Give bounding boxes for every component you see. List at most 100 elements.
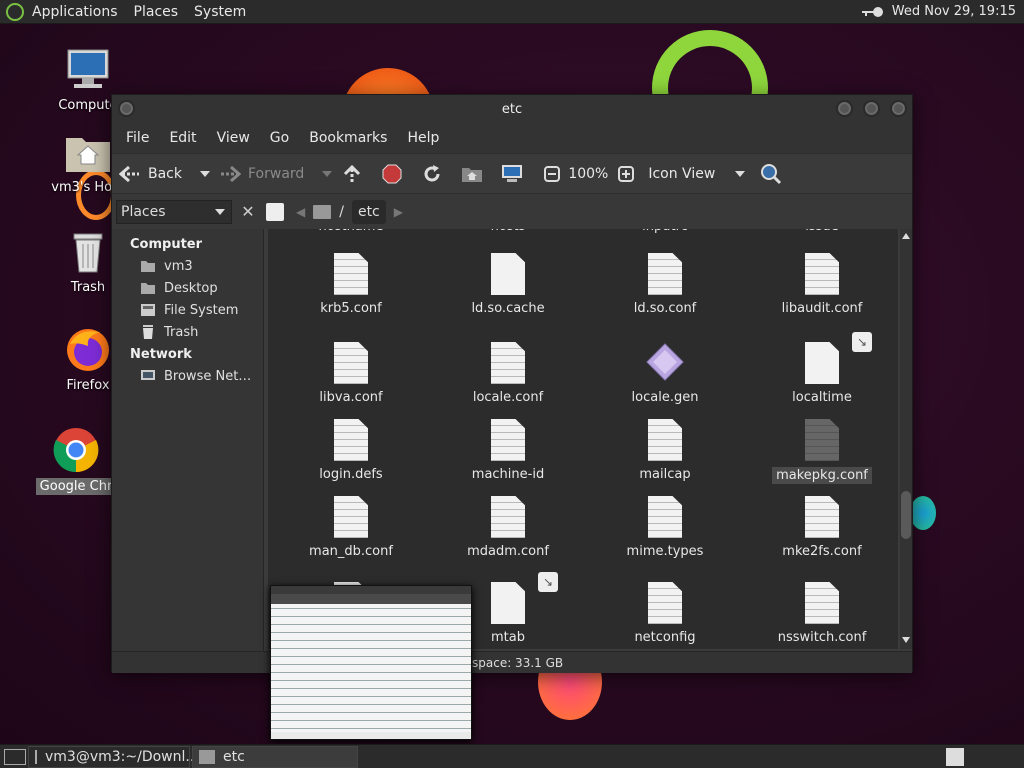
file-item[interactable]: makepkg.conf (747, 419, 897, 484)
file-name: locale.conf (472, 390, 544, 405)
file-item[interactable]: login.defs (276, 419, 426, 482)
forward-history-dropdown[interactable] (322, 170, 333, 177)
zoom-out-icon (540, 162, 564, 186)
back-button[interactable]: Back (118, 162, 182, 186)
file-name: libaudit.conf (781, 301, 863, 316)
menu-view[interactable]: View (207, 130, 260, 146)
maximize-button[interactable] (863, 100, 880, 117)
file-name: issue (805, 229, 838, 234)
path-right-arrow-icon[interactable]: ▶ (394, 205, 403, 219)
sidebar-item-browse-network[interactable]: Browse Net… (112, 365, 263, 387)
file-item[interactable]: hosts (433, 229, 583, 234)
menu-system[interactable]: System (186, 4, 254, 20)
home-folder-icon (64, 128, 112, 176)
window-titlebar[interactable]: etc (112, 95, 912, 123)
file-item[interactable]: mdadm.conf (433, 496, 583, 559)
places-sidebar: Computer vm3 Desktop File System Trash N… (112, 229, 264, 657)
file-item[interactable]: ↘ localtime (747, 332, 897, 405)
view-mode-select[interactable]: Icon View (648, 166, 715, 182)
vertical-scrollbar[interactable] (900, 229, 912, 649)
menu-places[interactable]: Places (126, 4, 187, 20)
zoom-out-button[interactable] (540, 162, 564, 186)
file-item[interactable]: krb5.conf (276, 253, 426, 316)
menu-applications[interactable]: Applications (24, 4, 126, 20)
file-name: krb5.conf (320, 301, 382, 316)
up-button[interactable] (340, 162, 370, 186)
desktop-icon-chrome[interactable]: Google Chr (36, 426, 116, 495)
file-item[interactable]: issue (747, 229, 897, 234)
scrollbar-thumb[interactable] (901, 491, 911, 539)
file-item[interactable]: locale.gen (590, 342, 740, 405)
file-item[interactable]: ld.so.cache (433, 253, 583, 316)
scroll-down-arrow-icon[interactable] (902, 637, 910, 643)
file-item[interactable]: mailcap (590, 419, 740, 482)
file-name: localtime (792, 390, 852, 405)
text-file-icon (648, 253, 682, 295)
minimize-button[interactable] (836, 100, 853, 117)
text-file-icon (491, 342, 525, 384)
file-item[interactable]: mime.types (590, 496, 740, 559)
file-item[interactable]: netconfig (590, 582, 740, 645)
text-file-icon (805, 582, 839, 624)
crumb-root[interactable]: / (339, 200, 344, 224)
view-mode-dropdown[interactable] (735, 170, 746, 177)
computer-button[interactable] (500, 162, 530, 186)
task-terminal[interactable]: vm3@vm3:~/Downl... (28, 745, 199, 768)
menu-help[interactable]: Help (397, 130, 449, 146)
home-button[interactable] (460, 162, 490, 186)
forward-button[interactable]: Forward (218, 162, 304, 186)
task-etc-folder[interactable]: etc (192, 745, 358, 768)
file-item[interactable]: libaudit.conf (747, 253, 897, 316)
file-item[interactable]: man_db.conf (276, 496, 426, 559)
scroll-up-arrow-icon[interactable] (902, 233, 910, 239)
sidebar-item-trash[interactable]: Trash (112, 321, 263, 343)
stop-button[interactable] (380, 162, 410, 186)
preview-text-lines (271, 604, 471, 732)
file-item[interactable]: ld.so.conf (590, 253, 740, 316)
reload-button[interactable] (420, 162, 450, 186)
menu-edit[interactable]: Edit (159, 130, 206, 146)
file-item[interactable]: hostname (276, 229, 426, 234)
network-key-icon[interactable] (861, 6, 884, 18)
clock[interactable]: Wed Nov 29, 19:15 (892, 4, 1024, 19)
symlink-badge-icon: ↘ (538, 572, 558, 592)
file-name: mime.types (626, 544, 704, 559)
toolbar: Back Forward 100% Icon View (112, 153, 912, 193)
file-name: login.defs (319, 467, 383, 482)
file-item[interactable]: nsswitch.conf (747, 582, 897, 645)
file-item[interactable]: mke2fs.conf (747, 496, 897, 559)
close-sidebar-icon[interactable]: ✕ (238, 202, 258, 222)
menu-file[interactable]: File (116, 130, 159, 146)
file-item[interactable]: inputrc (590, 229, 740, 234)
show-desktop-icon[interactable] (4, 748, 26, 765)
file-name: mtab (491, 630, 525, 645)
file-name: mke2fs.conf (782, 544, 862, 559)
file-item[interactable]: libva.conf (276, 342, 426, 405)
sidebar-type-select[interactable]: Places (116, 199, 232, 224)
workspace-switcher[interactable] (946, 747, 964, 766)
sidebar-item-desktop[interactable]: Desktop (112, 277, 263, 299)
back-history-dropdown[interactable] (200, 170, 210, 177)
text-file-icon (648, 582, 682, 624)
zoom-in-button[interactable] (614, 162, 638, 186)
computer-icon (64, 46, 112, 94)
search-button[interactable] (759, 162, 789, 186)
sidebar-item-vm3[interactable]: vm3 (112, 255, 263, 277)
file-item[interactable]: machine-id (433, 419, 583, 482)
file-item[interactable]: locale.conf (433, 342, 583, 405)
firefox-icon (64, 326, 112, 374)
edit-location-icon[interactable] (266, 202, 284, 221)
crumb-etc[interactable]: etc (351, 199, 386, 224)
window-preview-thumbnail[interactable] (270, 585, 472, 740)
window-menu-button[interactable] (118, 100, 135, 117)
menu-go[interactable]: Go (260, 130, 299, 146)
file-name: ld.so.conf (633, 301, 697, 316)
distro-logo-icon[interactable] (6, 2, 24, 21)
menu-bookmarks[interactable]: Bookmarks (299, 130, 397, 146)
file-manager-window[interactable]: etc File Edit View Go Bookmarks Help Bac… (111, 94, 913, 673)
path-left-arrow-icon[interactable]: ◀ (296, 205, 305, 219)
close-button[interactable] (890, 100, 907, 117)
file-name: man_db.conf (309, 544, 393, 559)
sidebar-item-file-system[interactable]: File System (112, 299, 263, 321)
file-name: libva.conf (319, 390, 383, 405)
